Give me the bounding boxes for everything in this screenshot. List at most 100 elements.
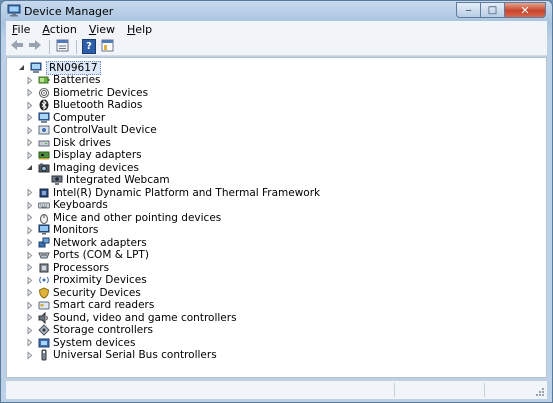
back-arrow-icon: [10, 39, 24, 54]
expand-icon[interactable]: [25, 150, 34, 160]
expand-icon[interactable]: [25, 338, 34, 347]
monitor-icon: [38, 224, 50, 236]
storage-controller-icon: [38, 324, 50, 336]
collapse-icon[interactable]: [25, 163, 34, 172]
tree-category-item[interactable]: Mice and other pointing devices: [25, 211, 221, 224]
tree-category-item[interactable]: ControlVault Device: [25, 124, 157, 137]
tree-category-item[interactable]: Keyboards: [25, 199, 108, 212]
bluetooth-icon: [38, 99, 50, 111]
expand-icon[interactable]: [25, 125, 34, 135]
forward-arrow-icon: [28, 39, 42, 54]
tree-category-item[interactable]: Monitors: [25, 224, 98, 237]
tree-category-item[interactable]: Disk drives: [25, 136, 111, 149]
expand-icon[interactable]: [25, 88, 34, 97]
expand-icon[interactable]: [25, 238, 34, 247]
tree-item-label: Intel(R) Dynamic Platform and Thermal Fr…: [53, 186, 321, 199]
expand-icon[interactable]: [25, 313, 34, 322]
tree-item-label: Monitors: [53, 224, 99, 236]
expand-icon[interactable]: [25, 300, 34, 310]
minimize-button[interactable]: ‒: [456, 2, 480, 18]
menu-bar: File Action View Help: [6, 21, 547, 38]
tree-item-label: Biometric Devices: [53, 86, 149, 99]
tree-category-item[interactable]: Biometric Devices: [25, 86, 148, 99]
menu-file[interactable]: File: [6, 23, 36, 36]
smart-card-icon: [38, 299, 50, 311]
expand-icon[interactable]: [25, 263, 34, 272]
tree-category-item[interactable]: System devices: [25, 336, 135, 349]
status-bar: [6, 380, 547, 399]
tree-category-item[interactable]: Bluetooth Radios: [25, 99, 142, 112]
tree-child-item[interactable]: Integrated Webcam: [38, 174, 170, 187]
tree-category-item[interactable]: Imaging devices: [25, 161, 139, 174]
device-tree[interactable]: RN09617 Batteries Biometric Devices Bluetoo…: [6, 57, 547, 378]
tree-root-label: RN09617: [46, 60, 101, 75]
resize-grip-icon[interactable]: [535, 387, 545, 397]
proximity-icon: [38, 274, 50, 286]
chip-icon: [38, 187, 50, 199]
properties-button[interactable]: [54, 39, 70, 54]
tree-category-item[interactable]: Computer: [25, 111, 105, 124]
expand-icon[interactable]: [25, 200, 34, 210]
controlvault-icon: [38, 124, 50, 136]
tree-item-label: Bluetooth Radios: [53, 99, 143, 111]
help-button[interactable]: ?: [81, 39, 97, 54]
tree-category-item[interactable]: Network adapters: [25, 236, 147, 249]
tree-category-item[interactable]: Intel(R) Dynamic Platform and Thermal Fr…: [25, 186, 320, 199]
expand-icon[interactable]: [25, 325, 34, 335]
security-icon: [38, 286, 50, 299]
tree-category-item[interactable]: Security Devices: [25, 286, 141, 299]
tree-category-item[interactable]: Smart card readers: [25, 299, 154, 312]
port-icon: [38, 249, 50, 261]
close-icon: ✕: [520, 3, 530, 17]
tree-item-label: Sound, video and game controllers: [53, 311, 237, 324]
tree-item-label: Computer: [53, 111, 106, 124]
tree-category-item[interactable]: Storage controllers: [25, 324, 153, 337]
fingerprint-icon: [38, 87, 50, 99]
menu-view[interactable]: View: [83, 23, 121, 36]
expand-icon[interactable]: [25, 75, 34, 85]
expand-icon[interactable]: [25, 288, 34, 297]
usb-icon: [38, 349, 50, 361]
mouse-icon: [38, 212, 50, 224]
expand-icon[interactable]: [25, 100, 34, 110]
menu-help[interactable]: Help: [121, 23, 158, 36]
tree-category-item[interactable]: Universal Serial Bus controllers: [25, 349, 217, 362]
webcam-icon: [51, 174, 63, 186]
tree-item-label: Display adapters: [53, 149, 142, 161]
status-pane: [484, 383, 485, 397]
expand-icon[interactable]: [25, 275, 34, 285]
title-bar[interactable]: Device Manager ‒ □ ✕: [1, 1, 552, 21]
expand-icon[interactable]: [25, 250, 34, 260]
show-hide-console-tree-button[interactable]: [99, 39, 115, 54]
minimize-icon: ‒: [465, 4, 472, 16]
back-button[interactable]: [9, 40, 25, 54]
expand-icon[interactable]: [25, 138, 34, 147]
close-button[interactable]: ✕: [504, 2, 546, 18]
tree-item-label: Disk drives: [53, 136, 111, 149]
forward-button[interactable]: [27, 40, 43, 54]
expand-icon[interactable]: [25, 225, 34, 235]
menu-action[interactable]: Action: [36, 23, 82, 36]
expand-icon[interactable]: [25, 188, 34, 197]
tree-item-label: ControlVault Device: [53, 124, 157, 136]
tree-category-item[interactable]: Batteries: [25, 74, 101, 87]
expand-icon[interactable]: [25, 213, 34, 222]
tree-item-label: Network adapters: [53, 236, 147, 249]
tree-category-item[interactable]: Display adapters: [25, 149, 142, 162]
tree-category-item[interactable]: Processors: [25, 261, 109, 274]
tree-root[interactable]: RN09617: [17, 60, 101, 75]
tree-item-label: Proximity Devices: [53, 274, 147, 286]
tree-category-item[interactable]: Ports (COM & LPT): [25, 249, 149, 262]
tree-item-label: Security Devices: [53, 286, 141, 299]
menu-accelerator: A: [42, 23, 50, 36]
expand-icon[interactable]: [25, 350, 34, 360]
menu-label-rest: ction: [49, 23, 77, 36]
disk-drive-icon: [38, 137, 50, 149]
toolbar: ?: [6, 38, 547, 56]
tree-category-item[interactable]: Sound, video and game controllers: [25, 311, 237, 324]
tree-item-label: Storage controllers: [53, 324, 153, 336]
collapse-icon[interactable]: [17, 63, 26, 72]
maximize-button[interactable]: □: [480, 2, 504, 18]
expand-icon[interactable]: [25, 113, 34, 122]
tree-category-item[interactable]: Proximity Devices: [25, 274, 147, 287]
